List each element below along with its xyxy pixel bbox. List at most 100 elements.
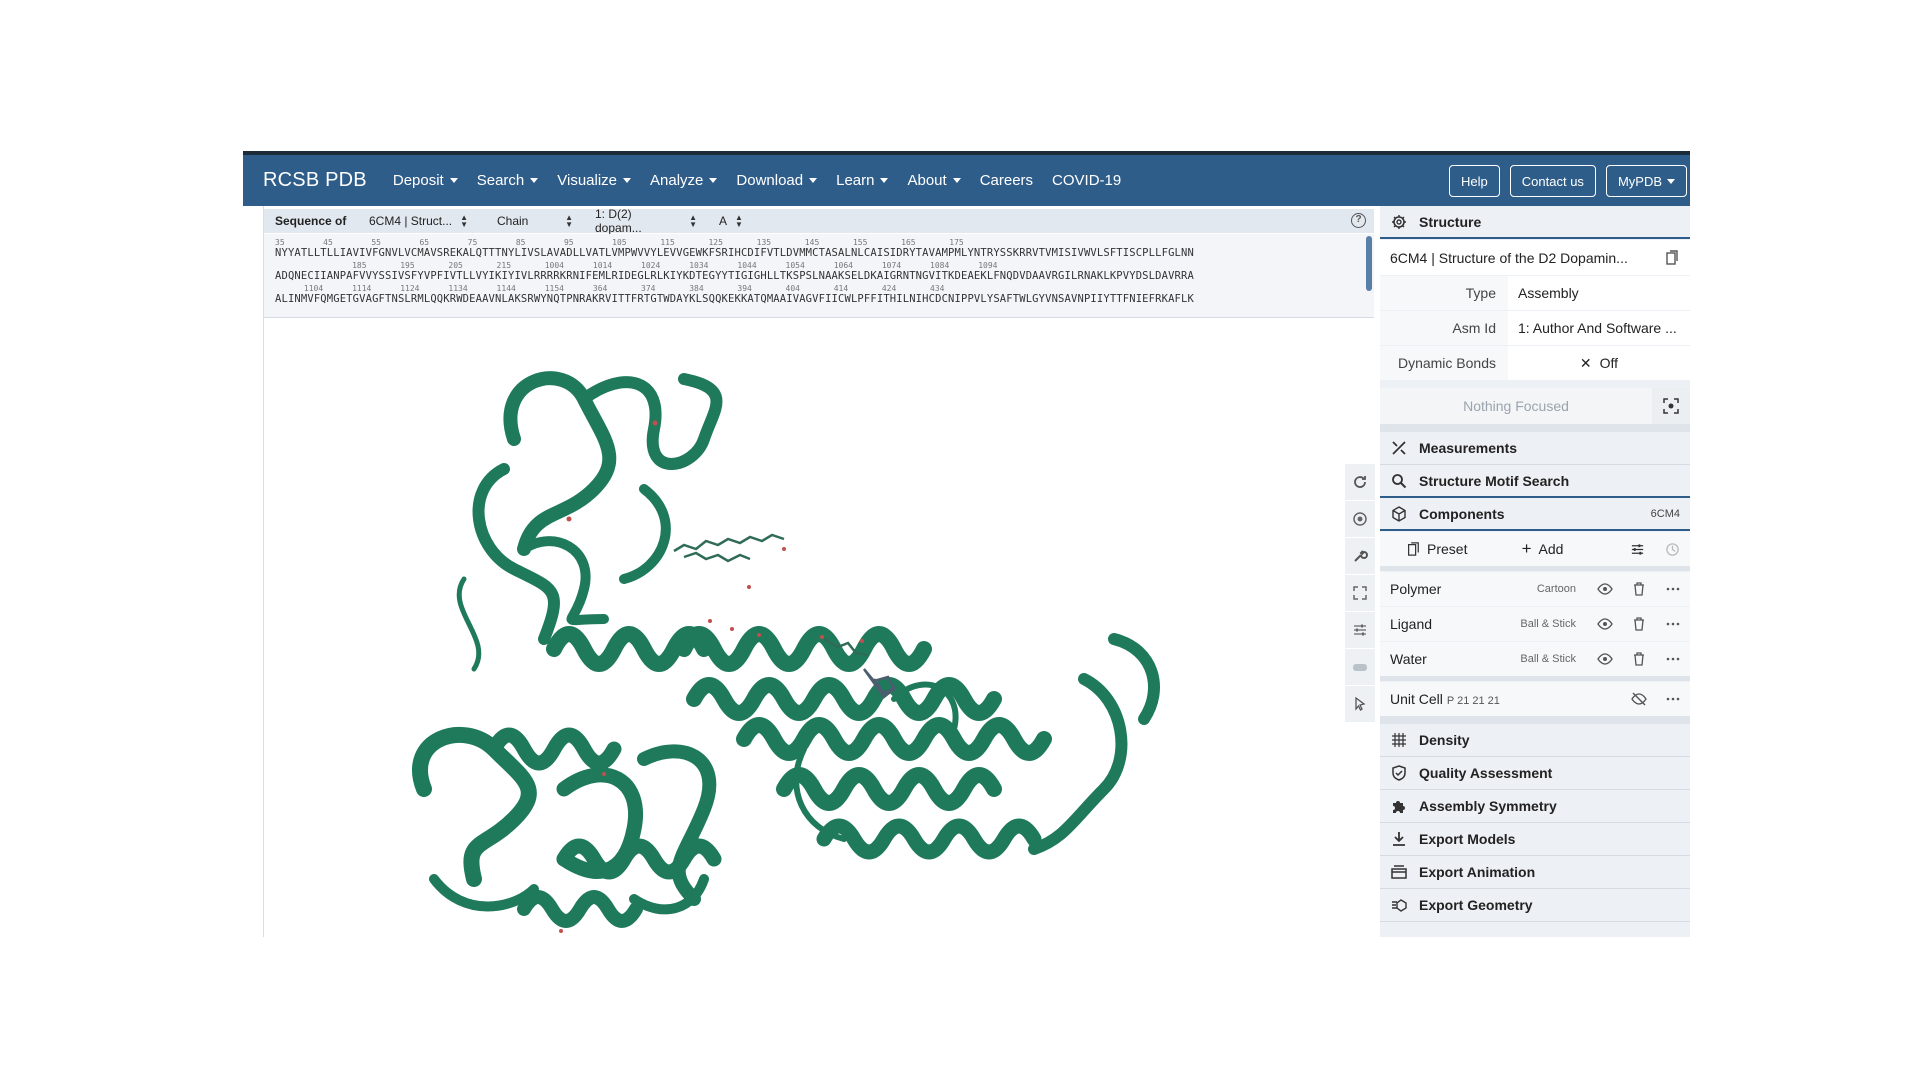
nav-learn[interactable]: Learn: [836, 172, 889, 189]
more-icon[interactable]: [1656, 691, 1690, 707]
structure-canvas[interactable]: [264, 319, 1374, 937]
question-icon[interactable]: ?: [1351, 213, 1366, 228]
export-models-section-header[interactable]: Export Models: [1380, 823, 1690, 856]
eye-off-icon[interactable]: [1622, 691, 1656, 707]
space-group: P 21 21 21: [1446, 695, 1500, 707]
nav-download[interactable]: Download: [736, 172, 818, 189]
type-value[interactable]: Assembly: [1508, 276, 1690, 310]
eye-icon[interactable]: [1588, 616, 1622, 632]
entity-select[interactable]: 6CM4 | Struct... ▲ ▼: [369, 214, 475, 229]
nav-label: Deposit: [392, 172, 444, 189]
trash-icon[interactable]: [1622, 651, 1656, 667]
sequence-numbers: 185 195 205 215 1004 1014 1024 1034 1044…: [275, 261, 998, 270]
component-name: Ligand: [1390, 616, 1433, 632]
film-icon: [1390, 863, 1408, 881]
component-representation[interactable]: Ball & Stick: [1506, 653, 1576, 665]
sequence-line[interactable]: ALINMVFQMGETGVAGFTNSLRMLQQKRWDEAAVNLAKSR…: [275, 293, 1194, 305]
asm-id-value[interactable]: 1: Author And Software ...: [1508, 311, 1690, 345]
top-navbar: RCSB PDB Deposit Search Visualize Analyz…: [243, 151, 1690, 206]
component-representation[interactable]: Ball & Stick: [1506, 618, 1576, 630]
component-representation[interactable]: Cartoon: [1506, 583, 1576, 595]
nav-search[interactable]: Search: [477, 172, 539, 189]
controls-button[interactable]: [1345, 612, 1375, 648]
nav-about[interactable]: About: [907, 172, 961, 189]
nav-careers[interactable]: Careers: [980, 172, 1033, 189]
eye-icon[interactable]: [1588, 651, 1622, 667]
spin-button[interactable]: [1345, 501, 1375, 537]
nav-label: Visualize: [557, 172, 618, 189]
sequence-block: 1104 1114 1124 1134 1144 1154 364 374 38…: [275, 284, 1194, 305]
component-water[interactable]: Water Ball & Stick: [1380, 642, 1690, 676]
eye-icon[interactable]: [1588, 581, 1622, 597]
more-icon[interactable]: [1656, 581, 1690, 597]
structure-section-header[interactable]: Structure: [1380, 206, 1690, 239]
caret-down-icon: [952, 178, 961, 183]
expand-button[interactable]: [1345, 575, 1375, 611]
asym-select[interactable]: A ▲ ▼: [719, 214, 743, 229]
preset-button[interactable]: Preset: [1406, 541, 1522, 557]
component-ligand[interactable]: Ligand Ball & Stick: [1380, 607, 1690, 641]
entity-select-value: 6CM4 | Struct...: [369, 214, 453, 228]
export-animation-section-header[interactable]: Export Animation: [1380, 856, 1690, 889]
history-button[interactable]: [1655, 542, 1690, 557]
download-icon: [1390, 830, 1408, 848]
mode-select[interactable]: Chain ▲ ▼: [497, 213, 573, 229]
structure-title: 6CM4 | Structure of the D2 Dopamin...: [1390, 249, 1628, 266]
wrench-icon: [1354, 550, 1368, 562]
density-section-header[interactable]: Density: [1380, 724, 1690, 757]
sequence-line[interactable]: ADQNECIIANPAFVVYSSIVSFYVPFIVTLLVYIKIYIVL…: [275, 270, 1194, 282]
copy-icon[interactable]: [1654, 249, 1690, 266]
help-button[interactable]: Help: [1449, 165, 1500, 197]
more-icon[interactable]: [1656, 616, 1690, 632]
add-component-button[interactable]: + Add: [1522, 539, 1620, 559]
symmetry-section-header[interactable]: Assembly Symmetry: [1380, 790, 1690, 823]
reset-camera-button[interactable]: [1345, 464, 1375, 500]
sequence-block: 185 195 205 215 1004 1014 1024 1034 1044…: [275, 261, 1194, 282]
components-section-header[interactable]: Components 6CM4: [1380, 498, 1690, 531]
measurements-section-header[interactable]: Measurements: [1380, 432, 1690, 465]
chain-select[interactable]: 1: D(2) dopam... ▲ ▼: [595, 207, 697, 235]
nav-analyze[interactable]: Analyze: [650, 172, 718, 189]
asm-id-row: Asm Id 1: Author And Software ...: [1380, 311, 1690, 345]
component-unit-cell[interactable]: Unit Cell P 21 21 21: [1380, 682, 1690, 716]
focus-status: Nothing Focused: [1463, 398, 1569, 414]
updown-icon: ▲ ▼: [565, 213, 573, 229]
component-polymer[interactable]: Polymer Cartoon: [1380, 572, 1690, 606]
caret-down-icon: [1667, 178, 1675, 184]
sequence-label: Sequence of: [275, 214, 347, 228]
export-geometry-section-header[interactable]: Export Geometry: [1380, 889, 1690, 922]
structure-title-row[interactable]: 6CM4 | Structure of the D2 Dopamin...: [1380, 240, 1690, 275]
sequence-scrollbar[interactable]: [1366, 236, 1372, 291]
vr-button[interactable]: [1345, 649, 1375, 685]
add-label: Add: [1538, 541, 1564, 557]
mypdb-button[interactable]: MyPDB: [1605, 165, 1687, 197]
more-icon[interactable]: [1656, 651, 1690, 667]
selection-mode-button[interactable]: [1345, 686, 1375, 722]
sequence-line[interactable]: NYYATLLTLLIAVIVFGNVLVCMAVSREKALQTTTNYLIV…: [275, 247, 1194, 259]
chain-select-value: 1: D(2) dopam...: [595, 207, 642, 235]
nav-covid[interactable]: COVID-19: [1052, 172, 1121, 189]
gear-icon: [1390, 213, 1408, 231]
nav-deposit[interactable]: Deposit: [393, 172, 458, 189]
dynamic-bonds-toggle[interactable]: ✕ Off: [1508, 346, 1690, 380]
component-options-button[interactable]: [1620, 542, 1655, 557]
row-key: Type: [1465, 285, 1496, 301]
focus-target-icon[interactable]: [1652, 388, 1690, 424]
quality-section-header[interactable]: Quality Assessment: [1380, 757, 1690, 790]
motif-search-section-header[interactable]: Structure Motif Search: [1380, 465, 1690, 498]
control-panel: Structure 6CM4 | Structure of the D2 Dop…: [1380, 206, 1690, 937]
preset-label: Preset: [1427, 541, 1468, 557]
trash-icon[interactable]: [1622, 616, 1656, 632]
sliders-icon: [1631, 543, 1643, 555]
contact-button[interactable]: Contact us: [1509, 165, 1596, 197]
brand-logo[interactable]: RCSB PDB: [263, 169, 367, 192]
nav-visualize[interactable]: Visualize: [557, 172, 632, 189]
sequence-panel[interactable]: 35 45 55 65 75 85 95 105 115 125 135 145…: [264, 234, 1374, 318]
section-gap: [1380, 676, 1690, 681]
ruler-icon: [1390, 439, 1408, 457]
section-title: Export Models: [1419, 831, 1516, 847]
settings-button[interactable]: [1345, 538, 1375, 574]
focus-row: Nothing Focused: [1380, 388, 1690, 424]
nav-label: Learn: [836, 172, 875, 189]
trash-icon[interactable]: [1622, 581, 1656, 597]
